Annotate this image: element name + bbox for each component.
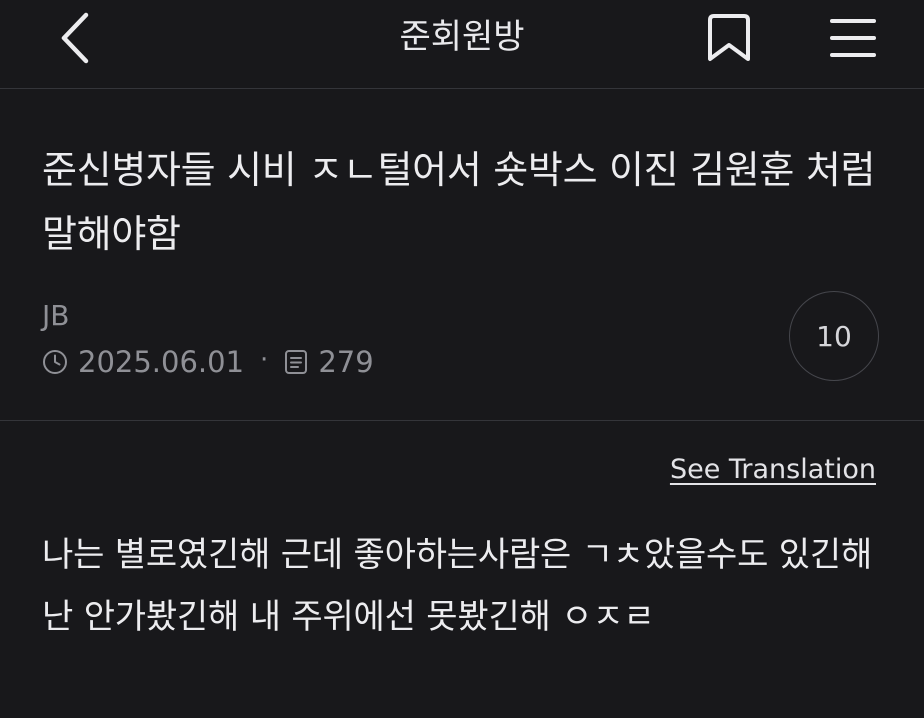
post-body: 나는 별로였긴해 근데 좋아하는사람은 ㄱㅊ았을수도 있긴해 난 안가봤긴해 내… xyxy=(42,535,873,637)
back-button[interactable] xyxy=(48,10,100,66)
author-name[interactable]: JB xyxy=(42,296,69,336)
document-icon xyxy=(284,349,308,375)
bookmark-icon xyxy=(708,14,750,61)
view-count: 279 xyxy=(318,345,374,379)
meta-separator: · xyxy=(260,345,269,375)
clock-icon xyxy=(42,349,68,375)
comment-count: 10 xyxy=(816,319,852,353)
bookmark-button[interactable] xyxy=(700,8,758,68)
hamburger-menu-icon xyxy=(830,19,876,57)
chevron-left-icon xyxy=(61,12,89,64)
board-title: 준회원방 xyxy=(399,17,525,57)
post-meta: 2025.06.01 · 279 xyxy=(42,340,374,384)
comment-count-button[interactable]: 10 xyxy=(789,291,879,381)
top-navigation-bar: 준회원방 xyxy=(0,0,924,89)
post-title: 준신병자들 시비 ㅈㄴ털어서 숏박스 이진 김원훈 처럼 말해야함 xyxy=(42,148,876,256)
menu-button[interactable] xyxy=(822,8,884,68)
see-translation-link[interactable]: See Translation xyxy=(670,452,876,488)
section-divider xyxy=(0,420,924,421)
post-date: 2025.06.01 xyxy=(78,345,245,379)
